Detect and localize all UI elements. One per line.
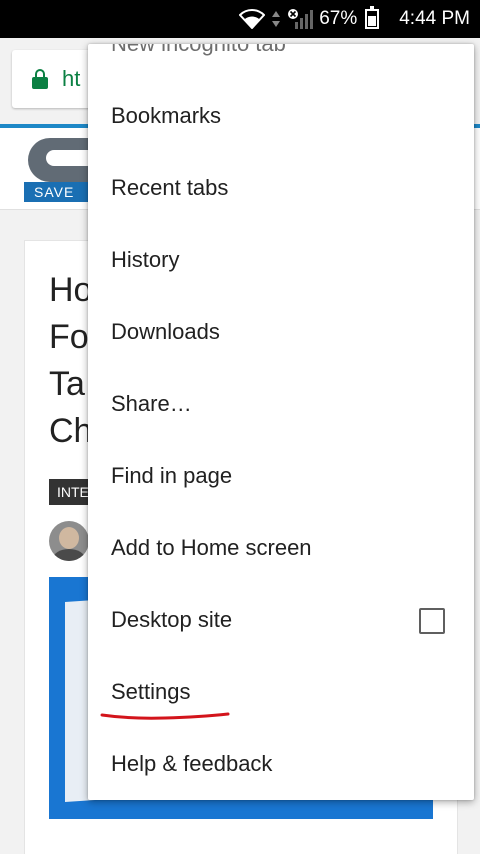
red-underline-annotation <box>100 712 230 720</box>
menu-item-history[interactable]: History <box>88 224 474 296</box>
battery-percent: 67% <box>319 8 358 29</box>
author-avatar[interactable] <box>49 521 89 561</box>
status-bar: 67% 4:44 PM <box>0 0 480 38</box>
screen: 67% 4:44 PM ht SAVE Ho Fo Ta Ch INTE Boo… <box>0 0 480 854</box>
menu-item-recent-tabs[interactable]: Recent tabs <box>88 152 474 224</box>
chrome-overflow-menu: New incognito tab Bookmarks Recent tabs … <box>88 44 474 800</box>
menu-item-add-to-home-screen[interactable]: Add to Home screen <box>88 512 474 584</box>
lock-icon <box>32 69 48 89</box>
article-title-line[interactable]: Fo <box>49 318 89 357</box>
clock: 4:44 PM <box>399 8 470 29</box>
menu-item-find-in-page[interactable]: Find in page <box>88 440 474 512</box>
menu-item-help-feedback[interactable]: Help & feedback <box>88 728 474 800</box>
menu-item-label: Desktop site <box>111 607 233 632</box>
menu-item-bookmarks[interactable]: Bookmarks <box>88 80 474 152</box>
battery-icon <box>365 6 380 29</box>
no-sim-icon <box>287 8 315 30</box>
menu-item-share[interactable]: Share… <box>88 368 474 440</box>
article-title-line[interactable]: Ch <box>49 412 92 451</box>
url-text: ht <box>62 66 81 91</box>
menu-item-downloads[interactable]: Downloads <box>88 296 474 368</box>
desktop-site-checkbox[interactable] <box>419 608 445 634</box>
article-title-line[interactable]: Ta <box>49 365 85 404</box>
wifi-icon <box>239 9 266 29</box>
menu-item-new-incognito-tab[interactable]: New incognito tab <box>88 44 474 80</box>
data-arrows-icon <box>271 9 281 29</box>
article-title-line[interactable]: Ho <box>49 271 92 310</box>
menu-item-desktop-site[interactable]: Desktop site <box>88 584 474 656</box>
